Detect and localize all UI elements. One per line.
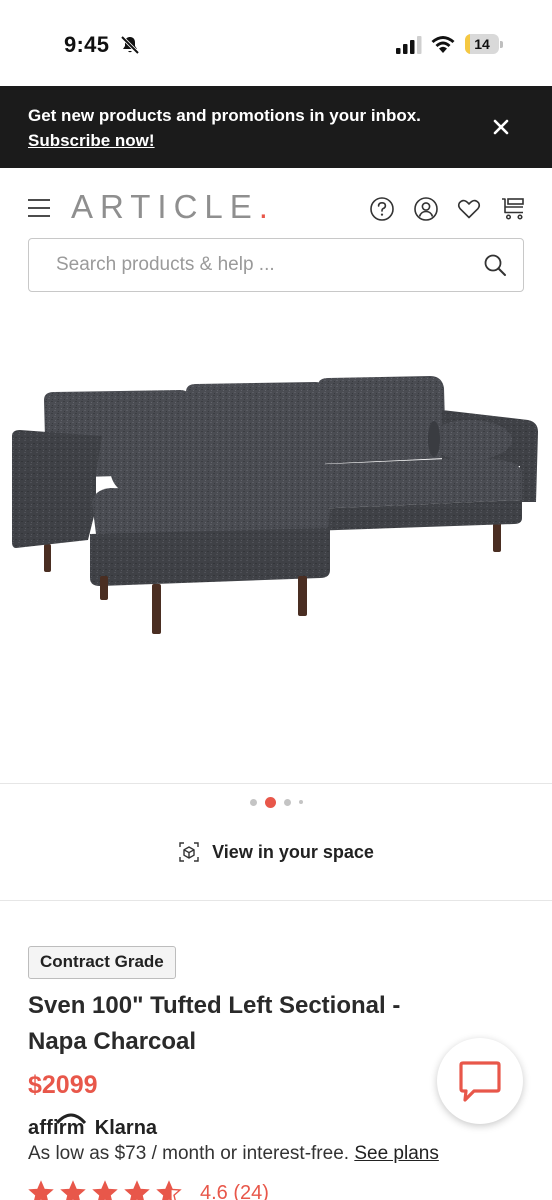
gallery-pagination [0, 794, 552, 810]
promo-message: Get new products and promotions in your … [28, 106, 421, 125]
promo-text: Get new products and promotions in your … [28, 103, 448, 153]
view-in-space-label: View in your space [212, 841, 374, 862]
view-in-space-button[interactable]: View in your space [0, 832, 552, 872]
product-rating[interactable]: 4.6 (24) [28, 1180, 269, 1200]
chat-icon [459, 1061, 501, 1102]
help-icon[interactable] [369, 196, 395, 222]
wifi-icon [431, 36, 455, 53]
status-bar: 9:45 14 [0, 0, 552, 86]
product-image-gallery[interactable] [0, 296, 552, 784]
gallery-dot[interactable] [264, 796, 276, 808]
battery-icon: 14 [465, 34, 503, 54]
search-input[interactable] [56, 239, 476, 290]
account-icon[interactable] [413, 196, 439, 222]
rating-text[interactable]: 4.6 (24) [200, 1182, 269, 1200]
battery-level-text: 14 [474, 36, 490, 52]
product-price: $2099 [28, 1071, 98, 1099]
subscribe-link[interactable]: Subscribe now! [28, 131, 155, 150]
gallery-dot[interactable] [283, 798, 291, 806]
cellular-signal-icon [396, 36, 422, 54]
status-time: 9:45 [64, 32, 110, 57]
promo-banner: Get new products and promotions in your … [0, 86, 552, 168]
contract-grade-badge: Contract Grade [28, 946, 176, 979]
search-icon[interactable] [483, 253, 507, 277]
search-bar [28, 238, 524, 292]
heart-icon[interactable] [456, 196, 482, 222]
chat-button[interactable] [437, 1038, 523, 1124]
section-divider [0, 900, 552, 901]
star-icon [92, 1180, 118, 1200]
menu-icon[interactable] [27, 198, 51, 218]
product-title: Sven 100" Tufted Left Sectional - Napa C… [28, 992, 401, 1055]
cart-icon[interactable] [500, 196, 526, 222]
star-icon [60, 1180, 86, 1200]
logo-text: ARTICLE [71, 188, 259, 225]
klarna-logo: Klarna [94, 1116, 158, 1139]
see-plans-link[interactable]: See plans [354, 1143, 439, 1164]
financing-info: As low as $73 / month or interest-free. … [28, 1143, 439, 1165]
gallery-dot[interactable] [298, 800, 303, 804]
star-icon [124, 1180, 150, 1200]
affirm-logo: affirm [28, 1113, 87, 1140]
article-logo[interactable]: ARTICLE. [71, 188, 275, 226]
financing-text: As low as $73 / month or interest-free. [28, 1143, 350, 1164]
star-icon [28, 1180, 54, 1200]
close-icon[interactable] [490, 116, 512, 138]
star-icon [156, 1180, 182, 1200]
ar-cube-icon [179, 842, 199, 862]
bell-off-icon [120, 35, 140, 55]
gallery-dot[interactable] [249, 798, 257, 806]
financing-logos: affirm Klarna [28, 1113, 158, 1140]
site-header: ARTICLE. [0, 168, 552, 240]
sofa-product-image [12, 376, 538, 634]
logo-dot: . [258, 188, 275, 225]
